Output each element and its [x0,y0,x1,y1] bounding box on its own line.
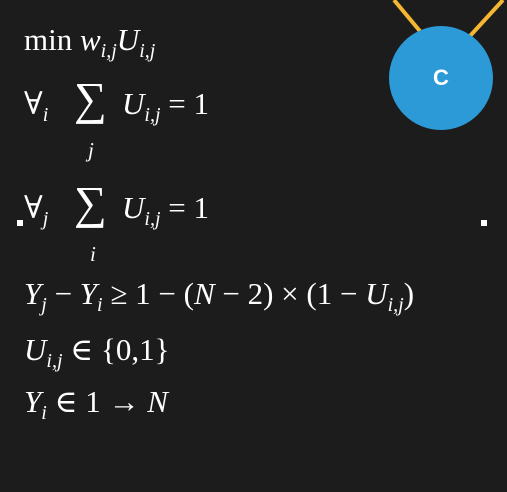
objective-line: min wi,jUi,j [24,22,156,62]
constraint-row-forall-i-body: Ui,j = 1 [122,86,209,126]
constraint-row-forall-j-body: Ui,j = 1 [122,190,209,230]
sum-symbol-i: ∑ i [74,177,107,267]
edge-right [468,0,505,38]
graph-node-c: C [389,26,493,130]
sum-symbol-j: ∑ j [74,73,107,163]
node-label: C [433,65,449,90]
binary-domain-line: Ui,j ∈ {0,1} [24,332,170,372]
slide-canvas: C min wi,jUi,j ∀i ∑ j Ui,j = 1 ∀j ∑ i Ui… [0,0,507,492]
position-domain-line: Yi ∈ 1 → N [24,384,168,424]
constraint-row-forall-i: ∀i [24,86,49,126]
bullet-dot-left [17,220,23,226]
constraint-row-forall-j: ∀j [24,190,49,230]
ordering-constraint-line: Yj − Yi ≥ 1 − (N − 2) × (1 − Ui,j) [24,276,415,316]
bullet-dot-right [481,220,487,226]
